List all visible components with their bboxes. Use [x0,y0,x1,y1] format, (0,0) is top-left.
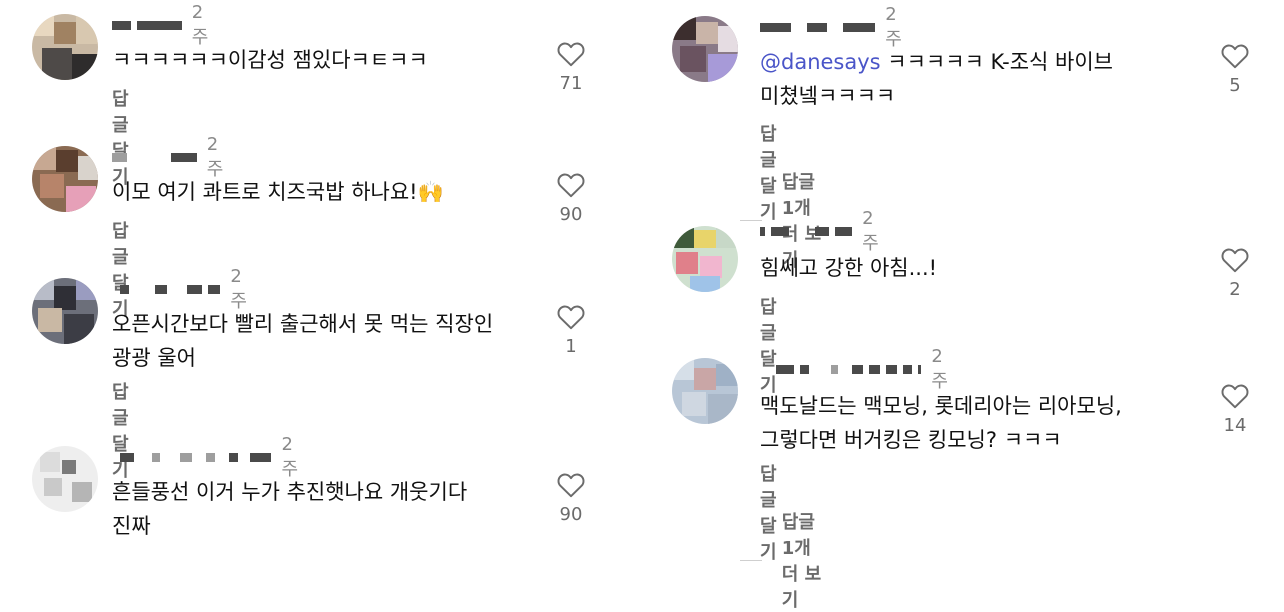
avatar[interactable] [672,226,738,292]
timestamp: 2주 [885,3,902,50]
timestamp: 2주 [191,1,209,48]
username-redacted[interactable] [852,364,864,374]
comment-text: 힘쎄고 강한 아침...! [760,256,938,280]
like-count: 90 [559,204,583,225]
comment-text: 맥도날드는 맥모닝, 롯데리아는 리아모닝, 그렇다면 버거킹은 킹모닝? ㅋㅋ… [760,394,1122,452]
avatar[interactable] [32,14,98,80]
heart-icon[interactable] [556,471,586,498]
timestamp: 2주 [931,345,948,392]
username-redacted[interactable] [249,452,272,462]
username-redacted[interactable] [869,364,880,374]
reply-button[interactable]: 답글 달기 [760,293,777,397]
username-redacted[interactable] [834,226,853,236]
username-redacted[interactable] [760,22,791,32]
heart-icon[interactable] [1220,246,1250,273]
like-control: 5 [1215,42,1255,96]
username-redacted[interactable] [760,226,766,236]
comment-text: @danesays ㅋㅋㅋㅋㅋ K-조식 바이브 미쳤넼ㅋㅋㅋㅋ [760,45,1200,113]
username-redacted[interactable] [120,284,129,294]
username-redacted[interactable] [771,226,789,236]
timestamp: 2주 [281,433,299,480]
like-control: 2 [1215,246,1255,300]
divider-line [740,219,762,221]
username-redacted[interactable] [112,152,128,162]
username-redacted[interactable] [800,364,810,374]
username-redacted[interactable] [806,22,827,32]
timestamp: 2주 [206,133,224,180]
like-control: 90 [551,171,591,225]
comment-meta: 2주 [112,2,217,48]
comment-meta: 2주 [112,434,307,480]
heart-icon[interactable] [1220,42,1250,69]
like-count: 14 [1223,415,1247,436]
timestamp: 2주 [230,265,247,312]
comment-text: 흔들풍선 이거 누가 추진햇나요 개웃기다 진짜 [112,480,468,538]
avatar[interactable] [32,146,98,212]
view-more-replies-button[interactable]: 답글 1개 더 보기 [740,508,833,612]
heart-icon[interactable] [556,303,586,330]
mention-link[interactable]: @danesays [760,50,881,74]
timestamp: 2주 [862,207,879,254]
username-redacted[interactable] [112,20,132,30]
avatar[interactable] [32,446,98,512]
comment-meta: 2주 [112,134,231,180]
view-more-replies-label: 답글 1개 더 보기 [781,512,822,611]
username-redacted[interactable] [154,284,167,294]
heart-icon[interactable] [556,40,586,67]
comment-text: ㅋㅋㅋㅋㅋㅋ이감성 잼있다ㅋㅌㅋㅋ [112,48,428,72]
divider-line [740,559,762,561]
username-redacted[interactable] [137,20,182,30]
username-redacted[interactable] [902,364,912,374]
like-control: 71 [551,40,591,94]
heart-icon[interactable] [556,171,586,198]
heart-icon[interactable] [1220,382,1250,409]
reply-button[interactable]: 답글 달기 [112,85,129,189]
comment-meta: 2주 [760,4,911,50]
username-redacted[interactable] [120,452,135,462]
avatar[interactable] [672,16,738,82]
username-redacted[interactable] [814,226,829,236]
username-redacted[interactable] [229,452,238,462]
username-redacted[interactable] [831,364,839,374]
comment-meta: 2주 [760,346,957,392]
like-count: 71 [559,73,583,94]
username-redacted[interactable] [776,364,795,374]
comment-text: 오픈시간보다 빨리 출근해서 못 먹는 직장인 광광 울어 [112,312,494,370]
username-redacted[interactable] [842,22,876,32]
reply-button[interactable]: 답글 달기 [112,217,129,321]
like-control: 14 [1215,382,1255,436]
username-redacted[interactable] [186,284,203,294]
like-control: 90 [551,471,591,525]
avatar[interactable] [672,358,738,424]
like-count: 2 [1229,279,1241,300]
comment-meta: 2주 [760,208,887,254]
comment-meta: 2주 [112,266,255,312]
username-redacted[interactable] [885,364,897,374]
like-control: 1 [551,303,591,357]
avatar[interactable] [32,278,98,344]
like-count: 1 [565,336,577,357]
like-count: 5 [1229,75,1241,96]
like-count: 90 [559,504,583,525]
comment-text: 이모 여기 콰트로 치즈국밥 하나요!🙌 [112,180,444,204]
username-redacted[interactable] [917,364,922,374]
username-redacted[interactable] [179,452,193,462]
username-redacted[interactable] [152,452,160,462]
username-redacted[interactable] [206,452,215,462]
username-redacted[interactable] [208,284,221,294]
username-redacted[interactable] [171,152,197,162]
